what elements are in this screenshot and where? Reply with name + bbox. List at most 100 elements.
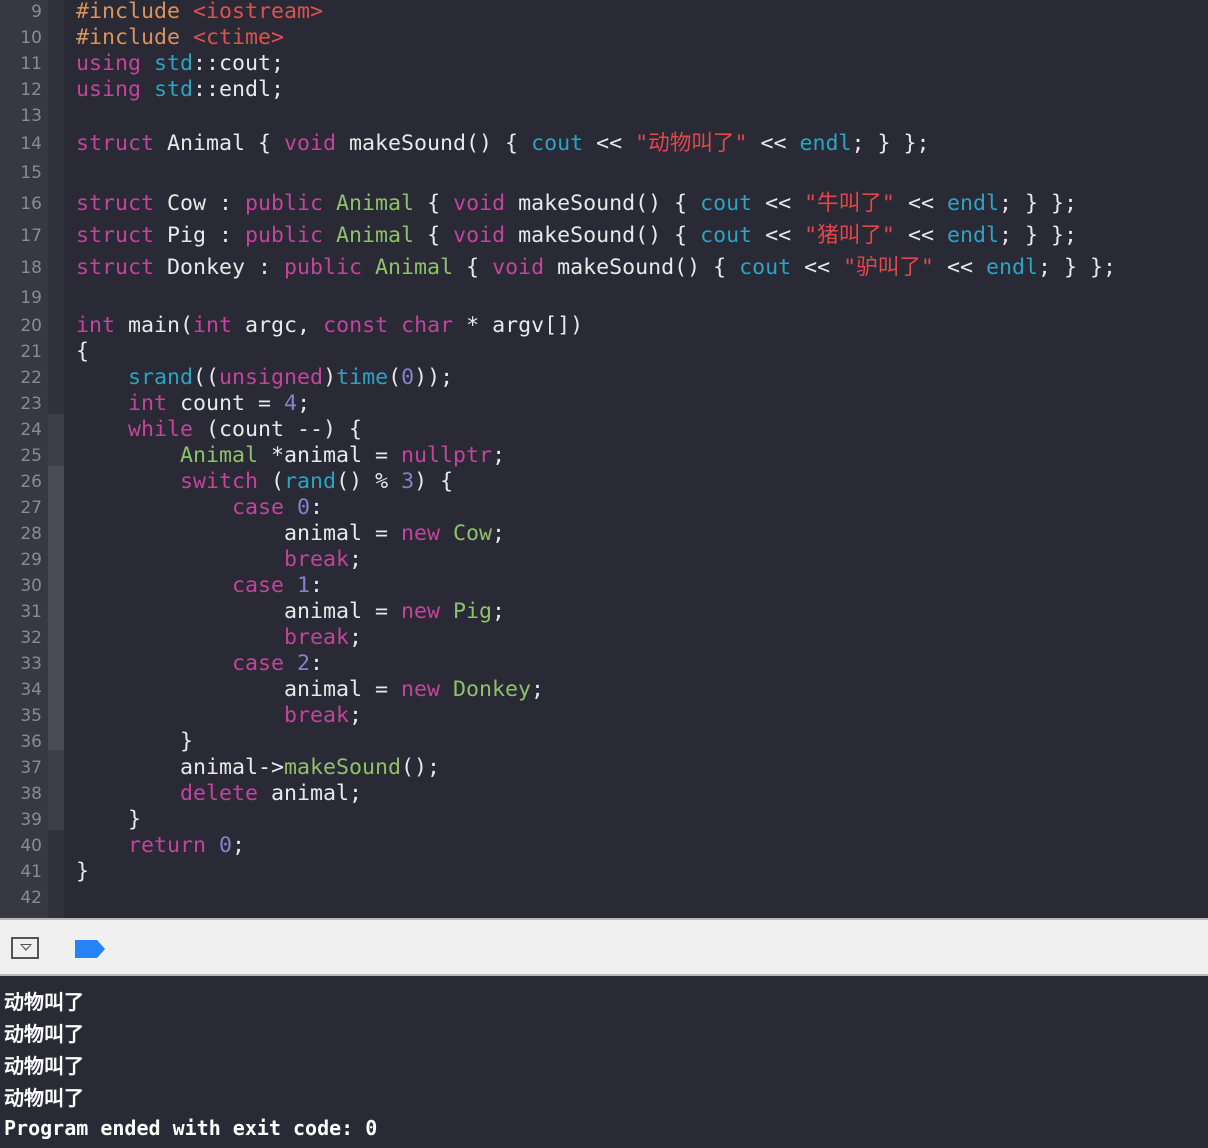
code-editor[interactable]: 9 #include <iostream> 10 #include <ctime> 11… <box>0 0 1208 918</box>
code-line[interactable]: 37 animal->makeSound(); <box>0 755 1208 781</box>
code-line[interactable]: 27 case 0: <box>0 495 1208 521</box>
line-number: 13 <box>20 106 42 126</box>
code-text: case 1: <box>76 573 323 599</box>
line-number: 10 <box>20 28 42 48</box>
code-line[interactable]: 10 #include <ctime> <box>0 25 1208 51</box>
code-line[interactable]: 11 using std::cout; <box>0 51 1208 77</box>
code-line[interactable]: 41} <box>0 859 1208 885</box>
line-number: 37 <box>20 758 42 778</box>
line-number: 18 <box>20 258 42 278</box>
token-pl: Animal { <box>167 131 285 156</box>
token-pl: Cow : <box>167 191 246 216</box>
code-line[interactable]: 32 break; <box>0 625 1208 651</box>
token-pl: << <box>791 255 844 280</box>
code-line[interactable]: 26 switch (rand() % 3) { <box>0 469 1208 495</box>
token-pl: << <box>583 131 636 156</box>
line-number: 15 <box>20 163 42 183</box>
output-line: 动物叫了 <box>4 990 84 1014</box>
code-line[interactable]: 38 delete animal; <box>0 781 1208 807</box>
token-ty: Animal <box>375 255 454 280</box>
code-line[interactable]: 36 } <box>0 729 1208 755</box>
code-line[interactable]: 17 struct Pig : public Animal { void make… <box>0 220 1208 252</box>
token-pl: : <box>310 651 324 676</box>
code-line[interactable]: 21 { <box>0 339 1208 365</box>
token-pl: } <box>76 807 142 832</box>
token-ty: Animal <box>180 443 272 468</box>
token-fn: endl <box>946 191 999 216</box>
breakpoint-tag-icon[interactable] <box>75 940 105 958</box>
token-pl: << <box>752 191 805 216</box>
code-line[interactable]: 20 int main(int argc, const char * argv[]… <box>0 313 1208 339</box>
code-line[interactable]: 16 struct Cow : public Animal { void make… <box>0 188 1208 220</box>
token-pl: makeSound() { <box>557 255 740 280</box>
code-text: { <box>76 339 89 365</box>
output-line: 动物叫了 <box>4 1086 84 1110</box>
line-number: 28 <box>20 524 42 544</box>
code-line[interactable]: 28 animal = new Cow; <box>0 521 1208 547</box>
code-line[interactable]: 12 using std::endl; <box>0 77 1208 103</box>
code-line[interactable]: 14 struct Animal { void makeSound() { cou… <box>0 129 1208 159</box>
code-line[interactable]: 39 } <box>0 807 1208 833</box>
token-num: 0 <box>401 365 415 390</box>
token-pl: ; } }; <box>998 223 1077 248</box>
code-text: case 2: <box>76 651 323 677</box>
token-pl: ; <box>297 391 311 416</box>
token-kw: delete <box>180 781 272 806</box>
line-number: 32 <box>20 628 42 648</box>
console-output: 动物叫了 动物叫了 动物叫了 动物叫了 Program ended with e… <box>0 978 1208 1148</box>
code-line[interactable]: 29 break; <box>0 547 1208 573</box>
token-pl: ; } }; <box>998 191 1077 216</box>
token-fn: cout <box>531 131 584 156</box>
token-pl: animal = <box>76 599 402 624</box>
code-text: animal = new Pig; <box>76 599 505 625</box>
code-line[interactable]: 19 <box>0 284 1208 313</box>
token-pl: ; } }; <box>1037 255 1116 280</box>
code-line[interactable]: 25 Animal *animal = nullptr; <box>0 443 1208 469</box>
line-number: 11 <box>20 54 42 74</box>
code-line[interactable]: 42 <box>0 885 1208 911</box>
line-number: 23 <box>20 394 42 414</box>
token-pl: { <box>414 223 454 248</box>
token-pl: { <box>453 255 493 280</box>
token-kw: break <box>284 547 350 572</box>
code-line[interactable]: 24 while (count --) { <box>0 417 1208 443</box>
token-pl: ; } }; <box>851 131 930 156</box>
line-number: 24 <box>20 420 42 440</box>
code-text: Animal *animal = nullptr; <box>76 443 505 469</box>
code-text: struct Cow : public Animal { void makeSo… <box>76 188 1077 220</box>
code-line[interactable]: 18 struct Donkey : public Animal { void m… <box>0 252 1208 284</box>
code-text: } <box>76 859 89 885</box>
code-text: } <box>76 807 141 833</box>
token-pl: )); <box>414 365 454 390</box>
code-line[interactable]: 15 <box>0 159 1208 188</box>
token-kw: return <box>128 833 220 858</box>
token-num: 1 <box>297 573 311 598</box>
token-pl: ; <box>492 599 506 624</box>
code-line[interactable]: 22 srand((unsigned)time(0)); <box>0 365 1208 391</box>
token-pl: animal-> <box>76 755 285 780</box>
line-number: 29 <box>20 550 42 570</box>
output-line: 动物叫了 <box>4 1054 84 1078</box>
code-line[interactable]: 30 case 1: <box>0 573 1208 599</box>
code-line[interactable]: 13 <box>0 103 1208 129</box>
code-text: return 0; <box>76 833 245 859</box>
token-fn: rand <box>284 469 337 494</box>
chevron-down-box-icon[interactable] <box>11 937 39 959</box>
debug-toolbar <box>0 918 1208 976</box>
code-line[interactable]: 34 animal = new Donkey; <box>0 677 1208 703</box>
token-kw: case <box>232 651 298 676</box>
code-line[interactable]: 23 int count = 4; <box>0 391 1208 417</box>
code-text: using std::cout; <box>76 51 284 77</box>
code-line[interactable]: 40 return 0; <box>0 833 1208 859</box>
code-line[interactable]: 9 #include <iostream> <box>0 0 1208 25</box>
code-line[interactable]: 33 case 2: <box>0 651 1208 677</box>
token-pl: } <box>76 859 90 884</box>
token-pl: (); <box>401 755 441 780</box>
token-pl: Pig : <box>167 223 246 248</box>
code-line[interactable]: 31 animal = new Pig; <box>0 599 1208 625</box>
line-number: 35 <box>20 706 42 726</box>
code-text: #include <ctime> <box>76 25 284 51</box>
code-line[interactable]: 35 break; <box>0 703 1208 729</box>
